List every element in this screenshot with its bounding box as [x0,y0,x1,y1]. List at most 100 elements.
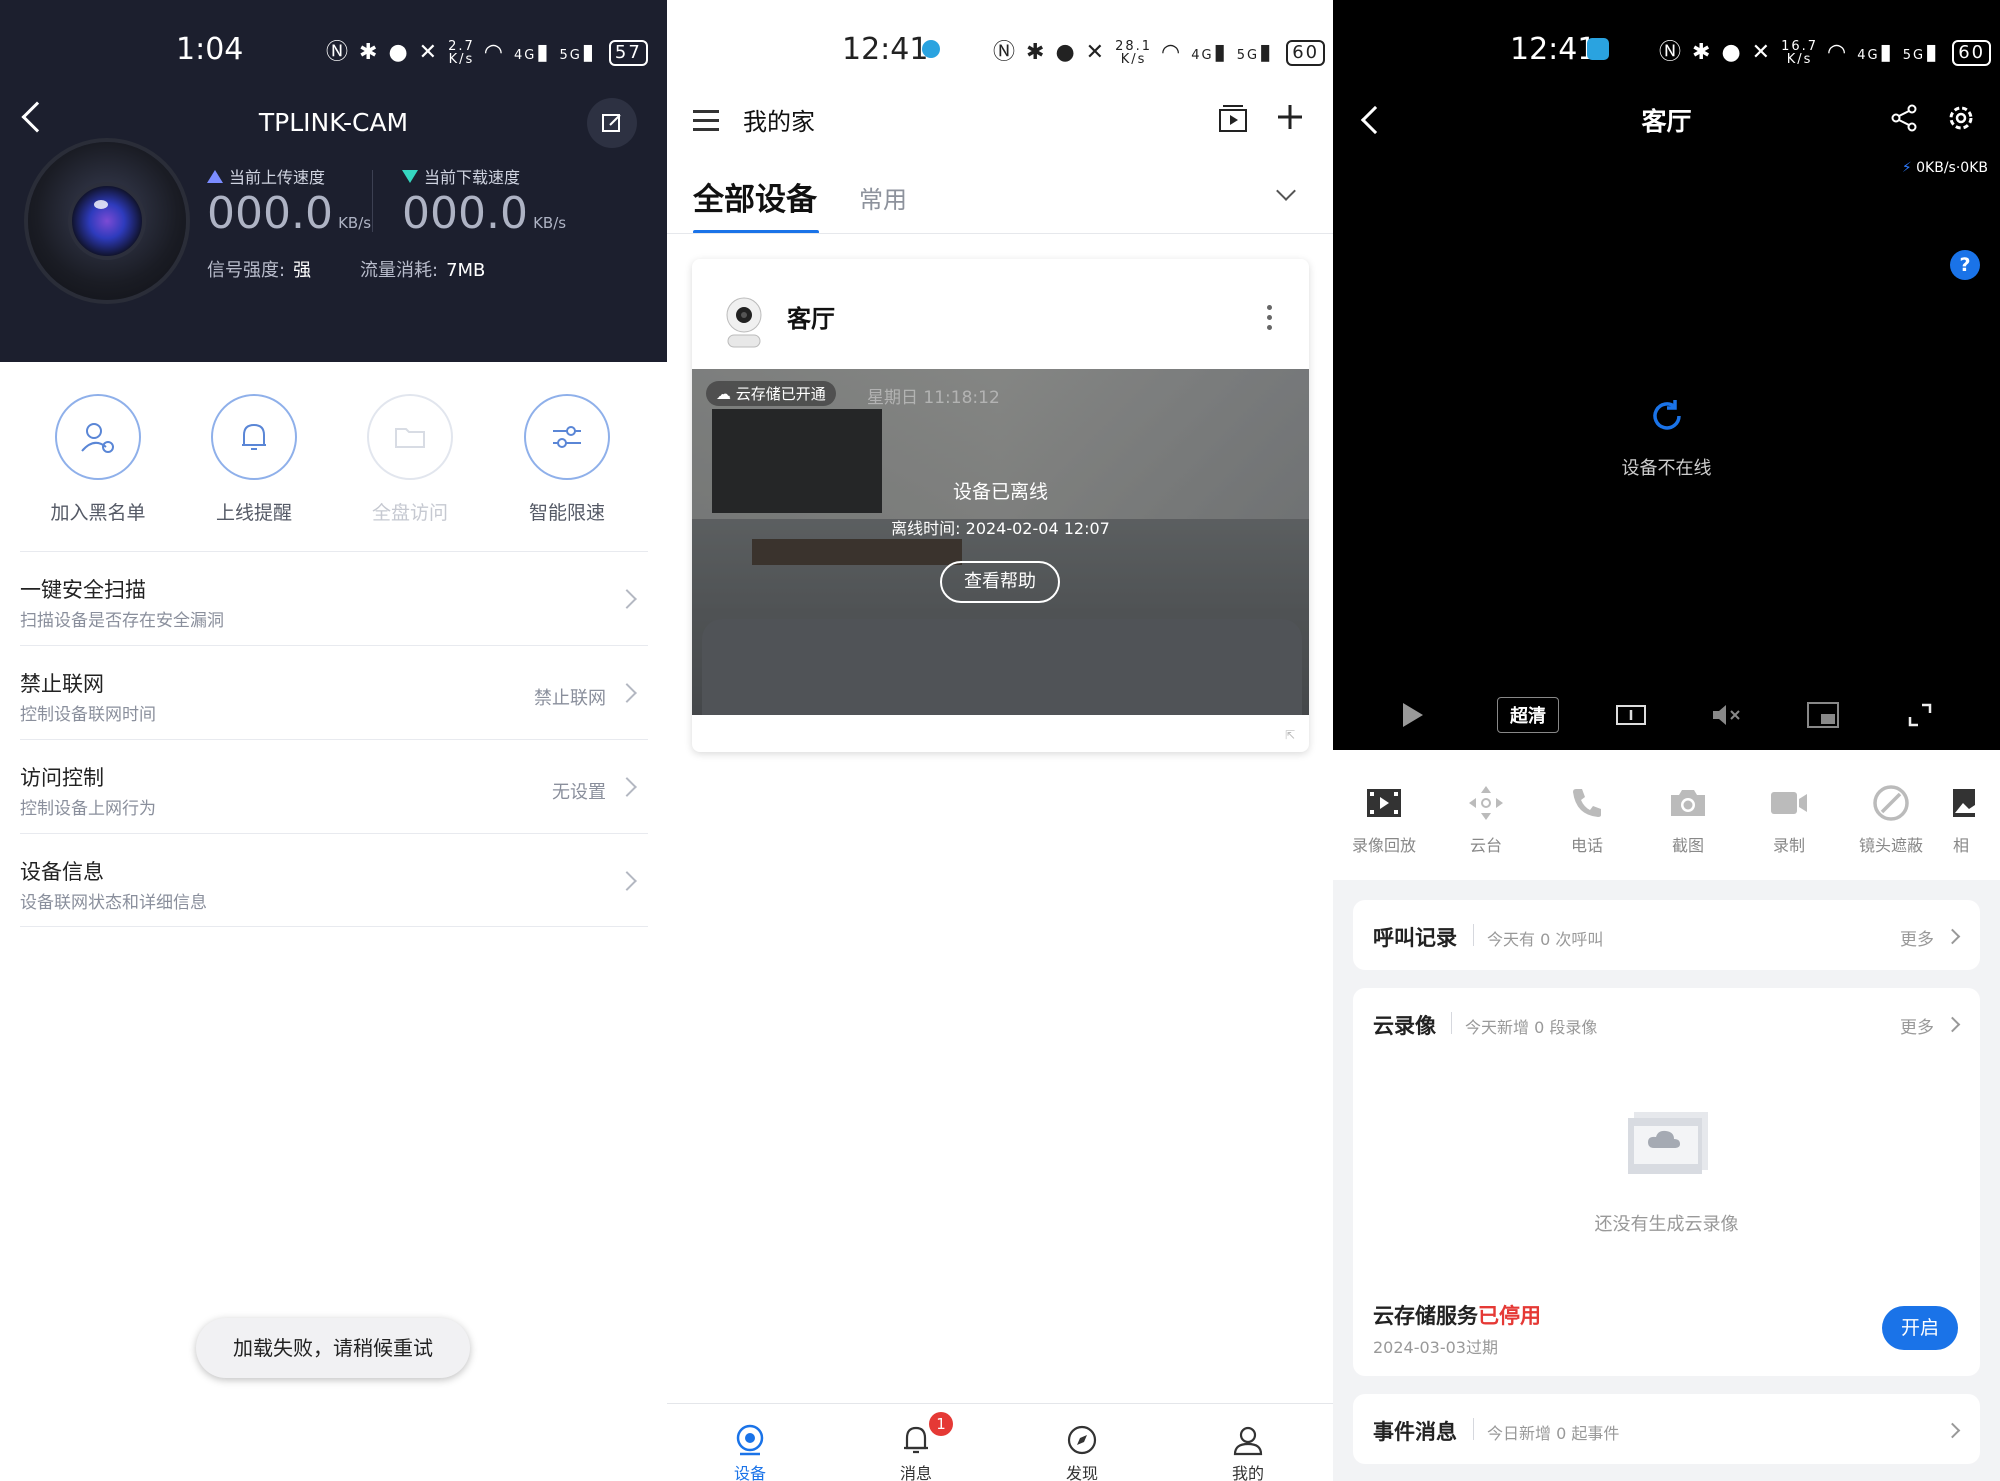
status-bar: 12:41 Ⓝ ✱ ● ✕ 28.1 K/s ◠ 4G▮ 5G▮ 60 [667,0,1333,100]
camera-live-screen: 12:41 Ⓝ ✱ ● ✕ 16.7 K/s ◠ 4G▮ 5G▮ 60 客厅 ⚡ … [1333,0,2000,1481]
nav-profile[interactable]: 我的 [1165,1404,1331,1481]
preview-timestamp: 星期日 11:18:12 [867,388,1000,408]
events-summary: 今日新增 0 起事件 [1487,1424,1620,1443]
camera-preview[interactable]: ☁ 云存储已开通 星期日 11:18:12 设备已离线 离线时间: 2024-0… [692,369,1309,715]
location-icon: ● [1055,40,1077,65]
enable-cloud-button[interactable]: 开启 [1882,1306,1958,1350]
stream-rate: ⚡ 0KB/s·0KB [1901,160,1988,176]
quality-button[interactable]: 超清 [1488,690,1568,740]
signal-5g-icon: 5G [559,48,582,63]
device-list-screen: 12:41 Ⓝ ✱ ● ✕ 28.1 K/s ◠ 4G▮ 5G▮ 60 我的家 全… [667,0,1333,1481]
tab-favorites[interactable]: 常用 [859,180,907,215]
mute-icon: ✕ [1085,40,1107,65]
cloud-icon: ☁ [716,385,731,403]
fn-record[interactable]: 录制 [1738,780,1840,856]
chevron-right-icon [1944,928,1961,945]
fullscreen-icon[interactable] [1900,690,1940,740]
mute-icon[interactable] [1707,690,1747,740]
fn-playback[interactable]: 录像回放 [1333,780,1435,856]
cloud-service-status: 云存储服务已停用 [1373,1304,1541,1328]
view-help-button[interactable]: 查看帮助 [940,561,1060,603]
camera-avatar [28,142,186,300]
signal-4g-icon: 4G [513,48,537,63]
picture-in-picture-icon[interactable] [1803,690,1843,740]
menu-block-internet[interactable]: 禁止联网 控制设备联网时间 禁止联网 [20,645,648,739]
menu-access-control[interactable]: 访问控制 控制设备上网行为 无设置 [20,739,648,833]
cloud-video-title: 云录像 [1373,1014,1436,1038]
traffic-usage: 流量消耗: 7MB [360,260,486,281]
menu-device-info[interactable]: 设备信息 设备联网状态和详细信息 [20,833,648,927]
status-time: 12:41 [842,32,929,67]
status-time: 12:41 [1510,32,1597,67]
signal-4g-icon: 4G [1191,48,1214,63]
events-card[interactable]: 事件消息 今日新增 0 起事件 [1353,1394,1980,1464]
list-menu-icon[interactable] [693,110,719,137]
signal-strength: 信号强度: 强 [207,260,312,281]
wifi-icon: ◠ [483,40,505,65]
status-icons: Ⓝ ✱ ● ✕ 28.1 K/s ◠ 4G▮ 5G▮ 60 [993,34,1326,66]
nav-devices[interactable]: 设备 [667,1404,833,1481]
bell-icon [242,423,266,450]
cloud-service-expire: 2024-03-03过期 [1373,1338,1498,1357]
signal-4g-icon: 4G [1857,48,1880,63]
device-icon [736,1424,764,1456]
status-bar: 1:04 Ⓝ ✱ ● ✕ 2.7 K/s ◠ 4G▮ 5G▮ 57 [0,0,667,100]
playback-list-icon[interactable] [1217,102,1249,138]
offline-status: 设备已离线 [952,481,1048,503]
quick-action-online-alert[interactable]: 上线提醒 [184,394,324,525]
upload-speed: 当前上传速度 000.0 KB/s [207,168,372,239]
nfc-icon: Ⓝ [993,40,1018,65]
fn-ptz[interactable]: 云台 [1435,780,1537,856]
chevron-right-icon [617,589,637,609]
cloud-video-more[interactable]: 更多 [1900,1013,1934,1038]
more-vertical-icon[interactable] [1267,305,1273,335]
download-speed: 当前下载速度 000.0 KB/s [402,168,567,239]
nav-discover[interactable]: 发现 [999,1404,1165,1481]
fn-screenshot[interactable]: 截图 [1637,780,1739,856]
location-icon: ● [1721,40,1743,65]
home-selector[interactable]: 我的家 [743,102,815,137]
signal-5g-icon: 5G [1236,48,1260,63]
share-icon[interactable] [1890,104,1918,136]
play-icon[interactable] [1393,690,1433,740]
offline-message: 设备不在线 [1621,458,1712,479]
nav-messages[interactable]: 消息 1 [833,1404,999,1481]
bluetooth-icon: ✱ [1026,40,1047,65]
quick-action-blacklist[interactable]: 加入黑名单 [28,394,168,525]
ptz-icon [1469,786,1503,820]
fn-privacy-mask[interactable]: 镜头遮蔽 [1840,780,1942,856]
status-bar: 12:41 Ⓝ ✱ ● ✕ 16.7 K/s ◠ 4G▮ 5G▮ 60 [1333,0,2000,100]
live-view: 12:41 Ⓝ ✱ ● ✕ 16.7 K/s ◠ 4G▮ 5G▮ 60 客厅 ⚡ … [1333,0,2000,750]
router-device-detail-screen: 1:04 Ⓝ ✱ ● ✕ 2.7 K/s ◠ 4G▮ 5G▮ 57 TPLINK-… [0,0,667,1481]
quick-action-speed-limit[interactable]: 智能限速 [497,394,637,525]
cloud-storage-badge: ☁ 云存储已开通 [706,381,836,406]
call-log-more[interactable]: 更多 [1900,925,1934,950]
fn-call[interactable]: 电话 [1536,780,1638,856]
function-toolbar: 录像回放 云台 电话 截图 录制 镜头遮蔽 相 [1333,750,2000,880]
nfc-icon: Ⓝ [326,40,351,65]
collapse-icon[interactable]: ⇱ [1285,728,1295,742]
phone-icon [1573,789,1601,817]
divider [372,170,373,232]
mute-icon: ✕ [1751,40,1773,65]
help-button[interactable]: ? [1950,250,1980,280]
add-device-icon[interactable] [1275,102,1305,136]
chevron-down-icon[interactable] [1276,181,1296,201]
refresh-icon[interactable] [1647,396,1687,440]
location-icon: ● [388,40,410,65]
status-icons: Ⓝ ✱ ● ✕ 2.7 K/s ◠ 4G▮ 5G▮ 57 [326,34,648,66]
menu-security-scan[interactable]: 一键安全扫描 扫描设备是否存在安全漏洞 [20,551,648,645]
download-arrow-icon [402,170,418,183]
chevron-right-icon [617,777,637,797]
gear-icon[interactable] [1946,103,1976,137]
edit-button[interactable] [587,98,637,148]
unread-badge: 1 [929,1412,953,1436]
aspect-ratio-icon[interactable] [1611,690,1651,740]
fn-album[interactable]: 相 [1945,780,2000,856]
call-log-card[interactable]: 呼叫记录 今天有 0 次呼叫 更多 [1353,900,1980,970]
wifi-icon: ◠ [1827,40,1849,65]
film-icon [1367,789,1401,817]
device-card[interactable]: 客厅 ☁ 云存储已开通 星期日 11:18:12 设备已离线 离线时间: 202… [692,259,1309,752]
tab-all-devices[interactable]: 全部设备 [693,174,817,219]
device-header: 1:04 Ⓝ ✱ ● ✕ 2.7 K/s ◠ 4G▮ 5G▮ 57 TPLINK-… [0,0,667,362]
